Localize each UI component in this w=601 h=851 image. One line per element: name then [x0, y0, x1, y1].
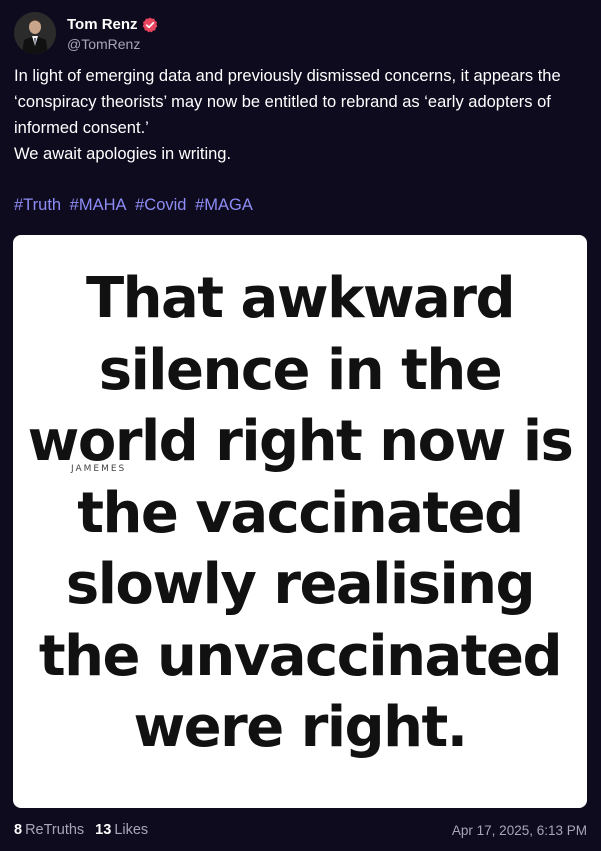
display-name[interactable]: Tom Renz	[67, 16, 138, 33]
post-media-image[interactable]: That awkward silence in the world right …	[13, 235, 587, 808]
post-body-line: We await apologies in writing.	[14, 145, 232, 163]
author-handle[interactable]: @TomRenz	[67, 36, 158, 52]
likes-count: 13	[95, 822, 112, 838]
meme-line: the unvaccinated	[38, 623, 563, 689]
retruths-count: 8	[14, 822, 23, 838]
likes-stat[interactable]: 13 Likes	[95, 822, 148, 838]
hashtag-link[interactable]: #Covid	[135, 196, 186, 214]
watermark: JAMEMES	[71, 464, 127, 474]
meme-line: silence in the	[98, 337, 503, 403]
author-names: Tom Renz @TomRenz	[67, 15, 158, 52]
post-header: Tom Renz @TomRenz	[14, 11, 158, 55]
hashtag-link[interactable]: #MAGA	[195, 196, 253, 214]
meme-line: That awkward	[85, 266, 516, 331]
meme-line: the vaccinated	[77, 480, 524, 546]
post-timestamp[interactable]: Apr 17, 2025, 6:13 PM	[452, 823, 587, 838]
retruths-stat[interactable]: 8 ReTruths	[14, 822, 84, 838]
retruths-label: ReTruths	[25, 822, 85, 838]
hashtag-link[interactable]: #MAHA	[70, 196, 127, 214]
post-body: In light of emerging data and previously…	[14, 63, 589, 167]
likes-label: Likes	[114, 822, 149, 838]
post-body-line: In light of emerging data and previously…	[14, 67, 561, 137]
meme-line: were right.	[133, 695, 468, 760]
avatar[interactable]	[14, 12, 56, 54]
hashtag-link[interactable]: #Truth	[14, 196, 61, 214]
hashtag-list: #Truth #MAHA #Covid #MAGA	[14, 192, 257, 218]
post-footer: 8 ReTruths 13 Likes Apr 17, 2025, 6:13 PM	[14, 820, 587, 840]
meme-text: That awkward silence in the world right …	[13, 263, 587, 764]
post-card: Tom Renz @TomRenz In light of emerging d…	[0, 0, 601, 851]
meme-line: slowly realising	[65, 552, 536, 617]
display-name-row: Tom Renz	[67, 15, 158, 35]
verified-badge-icon	[142, 17, 158, 33]
